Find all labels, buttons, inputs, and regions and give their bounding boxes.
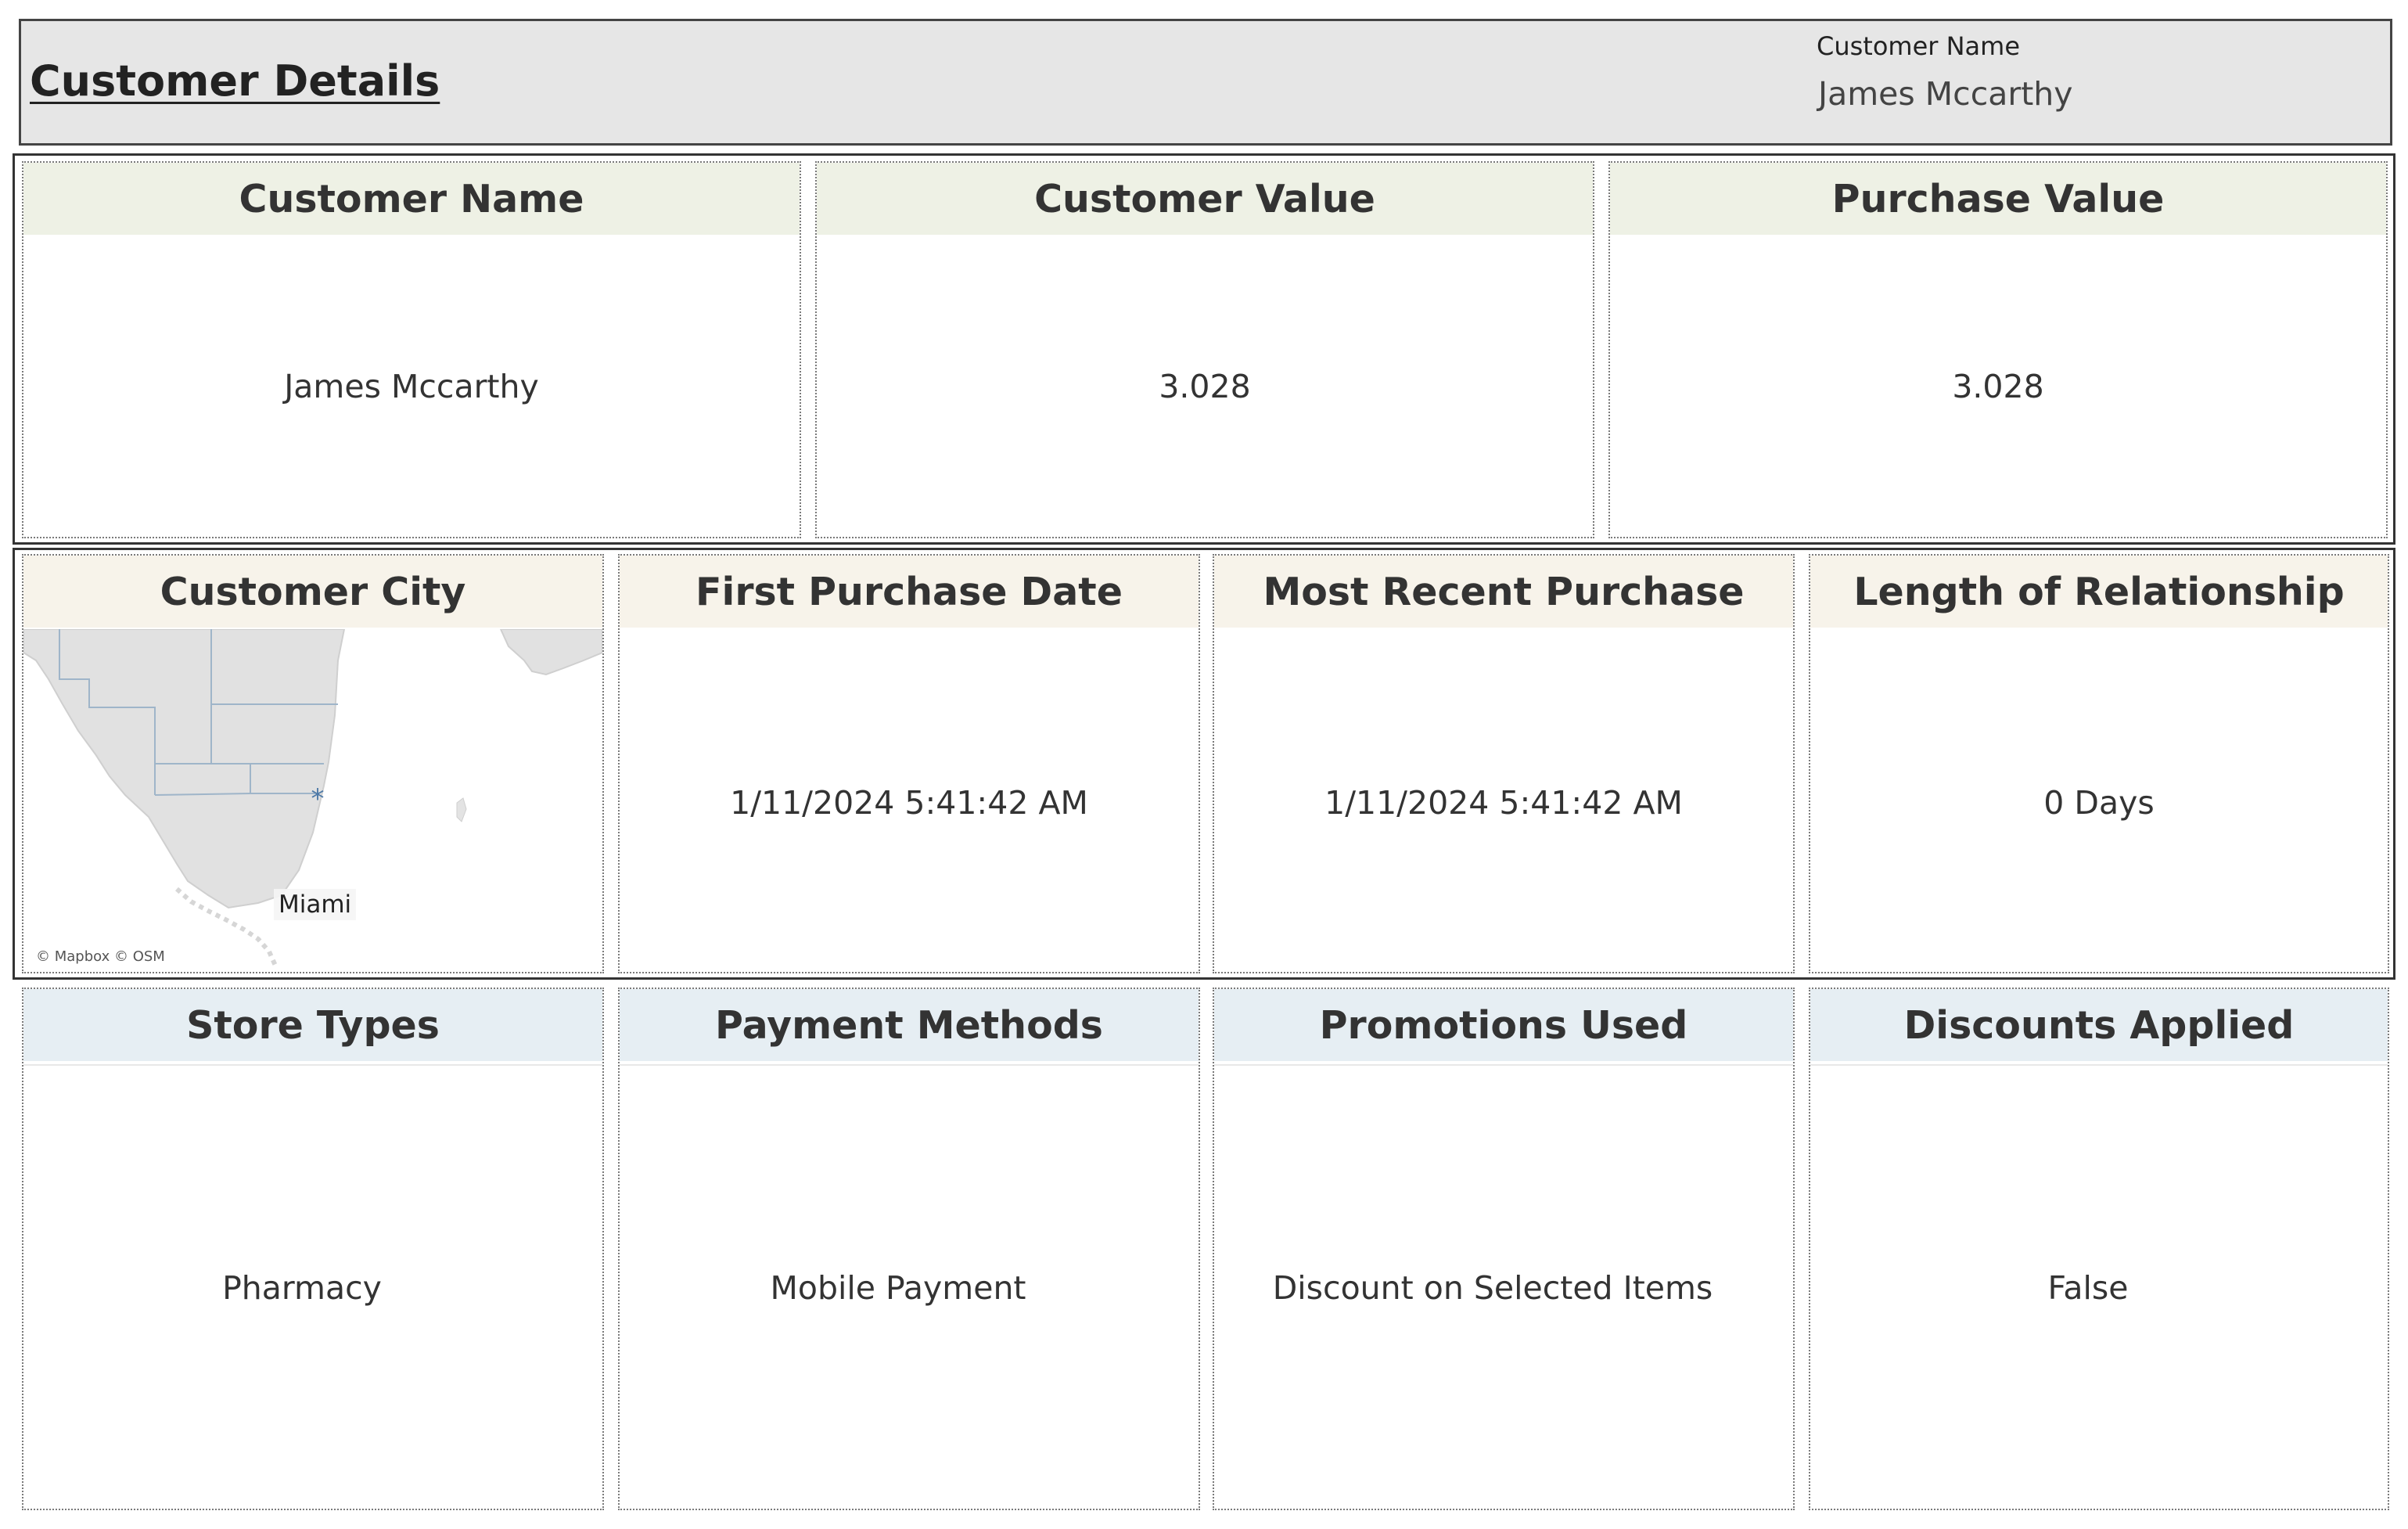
payment-methods-card-title: Payment Methods: [620, 989, 1199, 1061]
length-of-relationship-card: Length of Relationship 0 Days: [1809, 554, 2389, 973]
store-types-divider: [23, 1064, 602, 1066]
most-recent-purchase-card: Most Recent Purchase 1/11/2024 5:41:42 A…: [1213, 554, 1795, 973]
customer-value-value: 3.028: [1159, 368, 1251, 405]
payment-methods-value: Mobile Payment: [770, 1269, 1026, 1307]
length-of-relationship-value: 0 Days: [2043, 784, 2155, 822]
map-land-island-small: [456, 797, 467, 822]
discounts-applied-card-title: Discounts Applied: [1810, 989, 2388, 1061]
payment-methods-divider: [620, 1064, 1199, 1066]
discounts-applied-value: False: [2047, 1269, 2129, 1307]
store-types-card: Store Types Pharmacy: [22, 988, 604, 1510]
first-purchase-card: First Purchase Date 1/11/2024 5:41:42 AM: [618, 554, 1200, 973]
purchase-value-value: 3.028: [1952, 368, 2044, 405]
promotions-used-divider: [1214, 1064, 1793, 1066]
customer-name-value: James Mccarthy: [284, 368, 539, 405]
promotions-used-card-title: Promotions Used: [1214, 989, 1793, 1061]
customer-name-card-title: Customer Name: [23, 163, 800, 235]
promotions-used-value: Discount on Selected Items: [1272, 1269, 1713, 1307]
customer-value-card-title: Customer Value: [817, 163, 1593, 235]
discounts-applied-divider: [1810, 1064, 2388, 1066]
customer-city-map[interactable]: * Miami © Mapbox © OSM: [23, 629, 602, 972]
first-purchase-card-title: First Purchase Date: [620, 556, 1199, 628]
map-marker-icon[interactable]: *: [311, 783, 325, 815]
payment-methods-card: Payment Methods Mobile Payment: [618, 988, 1200, 1510]
discounts-applied-card: Discounts Applied False: [1809, 988, 2389, 1510]
map-land-peninsula: [23, 629, 346, 909]
customer-city-card-title: Customer City: [23, 556, 602, 628]
purchase-value-card: Purchase Value 3.028: [1608, 161, 2388, 538]
store-types-value: Pharmacy: [222, 1269, 382, 1307]
map-city-label: Miami: [274, 889, 357, 920]
most-recent-purchase-card-title: Most Recent Purchase: [1214, 556, 1793, 628]
most-recent-purchase-value: 1/11/2024 5:41:42 AM: [1324, 784, 1683, 822]
promotions-used-card: Promotions Used Discount on Selected Ite…: [1213, 988, 1795, 1510]
map-land-islands-top-right: [499, 629, 602, 676]
customer-city-card: Customer City * Miami © Mapbox © OSM: [22, 554, 604, 973]
purchase-value-card-title: Purchase Value: [1610, 163, 2386, 235]
customer-name-filter-label: Customer Name: [1817, 31, 2021, 61]
store-types-card-title: Store Types: [23, 989, 602, 1061]
map-attribution[interactable]: © Mapbox © OSM: [33, 948, 168, 966]
customer-name-card: Customer Name James Mccarthy: [22, 161, 801, 538]
customer-name-filter-value[interactable]: James Mccarthy: [1818, 75, 2073, 113]
first-purchase-value: 1/11/2024 5:41:42 AM: [730, 784, 1088, 822]
page-title: Customer Details: [30, 56, 440, 106]
map-canvas: *: [23, 629, 602, 967]
customer-value-card: Customer Value 3.028: [815, 161, 1594, 538]
length-of-relationship-card-title: Length of Relationship: [1810, 556, 2388, 628]
